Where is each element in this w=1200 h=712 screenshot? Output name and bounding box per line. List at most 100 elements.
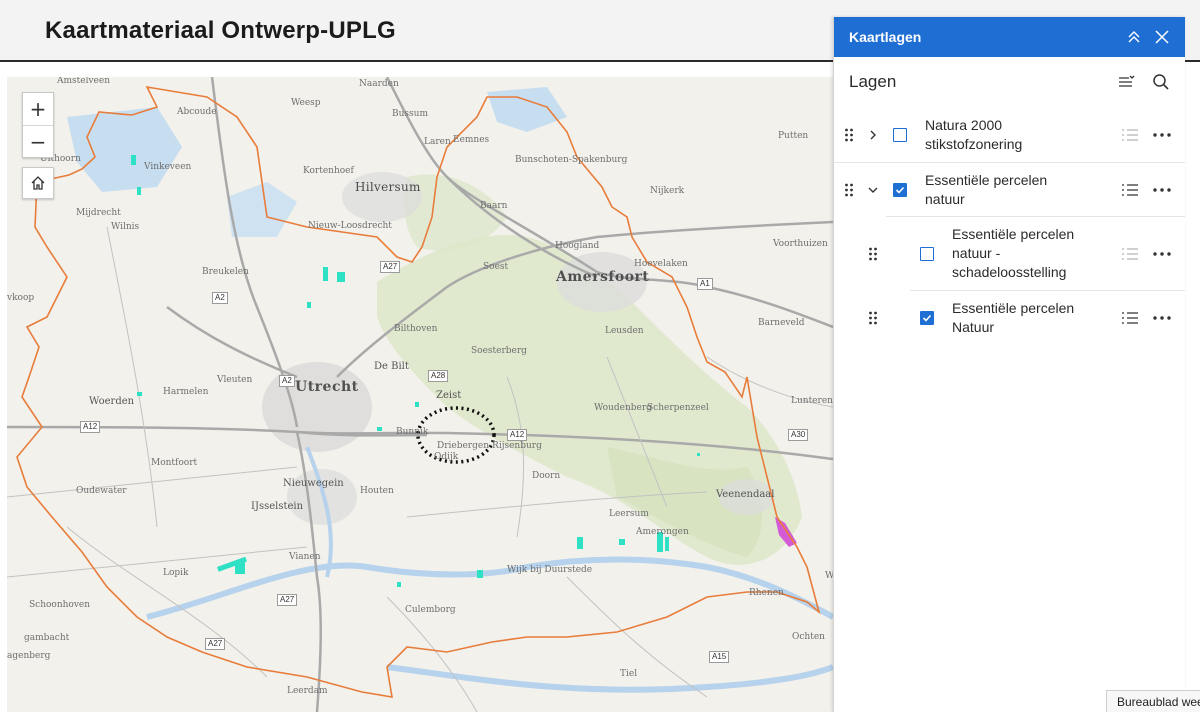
place-label: Lopik (163, 568, 189, 578)
search-layers-button[interactable] (1151, 72, 1171, 92)
close-panel-button[interactable] (1153, 28, 1171, 46)
place-label: Bussum (392, 109, 428, 119)
place-label: Amstelveen (57, 77, 111, 86)
place-label: Nieuw-Loosdrecht (308, 221, 392, 231)
road-shield: A2 (279, 375, 295, 387)
more-options-button[interactable] (1153, 127, 1171, 143)
road-shield: A12 (80, 421, 101, 433)
place-label: Amerongen (636, 527, 689, 537)
place-label: Montfoort (151, 458, 198, 468)
place-label: gambacht (24, 633, 70, 643)
place-label: Zeist (436, 390, 462, 401)
place-label: Wilnis (111, 222, 140, 232)
layer-visibility-checkbox[interactable] (893, 127, 907, 142)
place-label: Bilthoven (394, 324, 438, 334)
place-label: Leusden (605, 326, 644, 336)
legend-icon-disabled[interactable] (1121, 127, 1139, 143)
place-label: Hilversum (355, 180, 421, 194)
place-label: Hoogland (555, 241, 600, 251)
legend-icon-disabled[interactable] (1121, 246, 1139, 262)
road-shield: A12 (507, 429, 528, 441)
layer-row-schadeloosstelling[interactable]: Essentiële percelen natuur - schadelooss… (869, 217, 1185, 291)
layers-panel: Kaartlagen Lagen Natura 2000 stikstofzon… (833, 17, 1185, 712)
place-label: Mijdrecht (76, 208, 121, 218)
list-settings-icon (1119, 75, 1135, 87)
layer-row-natura2000[interactable]: Natura 2000 stikstofzonering (834, 107, 1185, 163)
ellipsis-icon (1153, 316, 1171, 320)
place-label: Harmelen (163, 387, 209, 397)
collapse-panel-button[interactable] (1125, 28, 1143, 46)
map-view[interactable]: Amstelveen Abcoude Uithoorn Vinkeveen Mi… (7, 77, 833, 712)
layer-label: Essentiële percelen Natuur (952, 300, 1075, 335)
layers-heading: Lagen (849, 72, 897, 91)
ellipsis-icon (1153, 133, 1171, 137)
place-label: agenberg (7, 651, 51, 661)
drag-handle-icon[interactable] (842, 127, 856, 143)
place-label: Houten (360, 486, 394, 496)
place-label: Woerden (89, 396, 135, 407)
layer-label: Natura 2000 stikstofzonering (925, 116, 1023, 152)
layer-row-essentiele-percelen[interactable]: Essentiële percelen natuur (845, 163, 1185, 217)
search-icon (1153, 74, 1169, 90)
place-label: Nijkerk (650, 186, 685, 196)
drag-handle-icon[interactable] (866, 246, 880, 262)
place-label: Culemborg (405, 605, 456, 615)
more-options-button[interactable] (1153, 182, 1171, 198)
road (166, 305, 298, 379)
ellipsis-icon (1153, 188, 1171, 192)
place-label: Rhenen (749, 588, 784, 598)
zoom-control: + − (22, 92, 54, 158)
place-label: vkoop (7, 293, 35, 303)
place-label: Utrecht (295, 379, 359, 395)
ellipsis-icon (1153, 252, 1171, 256)
place-label: Naarden (359, 79, 399, 89)
river-lek (146, 556, 833, 620)
place-label: Hoevelaken (634, 259, 688, 269)
road-shield: A27 (380, 261, 401, 273)
road-shield: A1 (697, 278, 713, 290)
legend-icon[interactable] (1121, 182, 1139, 198)
place-label: Nieuwegein (283, 478, 344, 489)
expand-chevron-icon[interactable] (866, 128, 880, 142)
panel-title: Kaartlagen (849, 29, 922, 45)
place-label: Driebergen-Rijsenburg (437, 441, 542, 451)
place-label: Leerdam (287, 686, 328, 696)
status-chip: Bureaublad wee (1106, 690, 1200, 712)
drag-handle-icon[interactable] (866, 310, 880, 326)
zoom-out-button[interactable]: − (23, 125, 53, 157)
place-label: Vianen (289, 552, 321, 562)
place-label: Laren (424, 137, 451, 147)
layer-visibility-checkbox[interactable] (893, 182, 907, 197)
place-label: Oudewater (76, 486, 127, 496)
collapse-chevron-icon[interactable] (866, 183, 880, 197)
place-label: Putten (778, 131, 809, 141)
place-label: Bunnik (396, 427, 429, 437)
place-label: Leersum (609, 509, 649, 519)
home-button[interactable] (22, 167, 54, 199)
place-label: Bunschoten-Spakenburg (515, 155, 628, 165)
layers-subheader: Lagen (834, 57, 1185, 107)
river-waal (386, 664, 833, 693)
close-icon (1155, 30, 1169, 44)
place-label: Scherpenzeel (647, 403, 709, 413)
home-icon (31, 176, 45, 190)
place-label: IJsselstein (251, 501, 304, 512)
drag-handle-icon[interactable] (842, 182, 856, 198)
place-label: Doorn (532, 471, 561, 481)
more-options-button[interactable] (1153, 246, 1171, 262)
checkmark-icon (895, 186, 905, 194)
place-label: Tiel (620, 669, 638, 679)
more-options-button[interactable] (1153, 310, 1171, 326)
place-label: Eemnes (453, 135, 490, 145)
place-label: Wijk bij Duurstede (507, 565, 593, 575)
layer-visibility-checkbox[interactable] (920, 246, 934, 261)
zoom-in-button[interactable]: + (23, 93, 53, 125)
layer-row-essentiele-natuur[interactable]: Essentiële percelen Natuur (869, 291, 1185, 345)
road-shield: A30 (788, 429, 809, 441)
layer-options-button[interactable] (1117, 72, 1137, 92)
layer-visibility-checkbox[interactable] (920, 311, 934, 325)
app-title: Kaartmateriaal Ontwerp-UPLG (45, 17, 396, 44)
legend-icon[interactable] (1121, 310, 1139, 326)
place-label: De Bilt (374, 361, 409, 372)
lake (487, 87, 567, 132)
